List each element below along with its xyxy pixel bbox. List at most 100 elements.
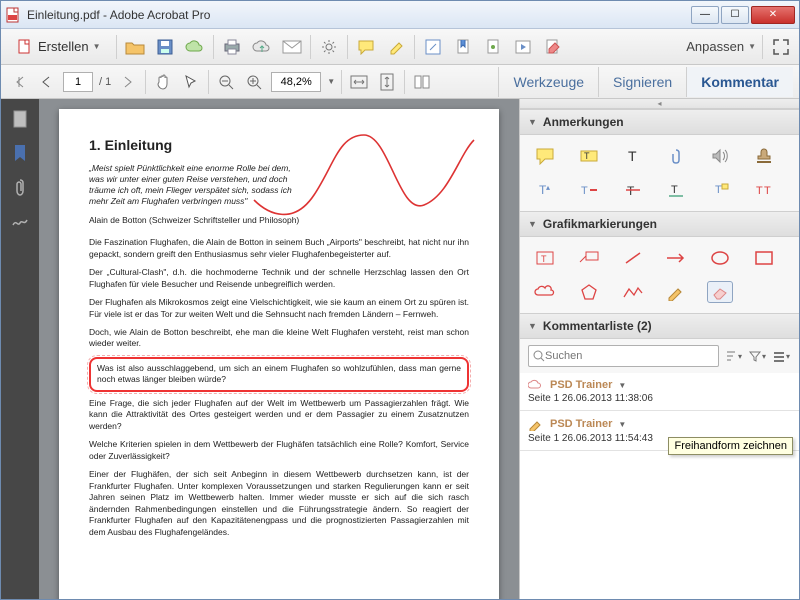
- main-toolbar: Erstellen ▼ Anpassen ▼: [1, 29, 799, 65]
- svg-text:T: T: [584, 151, 590, 161]
- svg-text:▴: ▴: [546, 183, 550, 192]
- filter-button[interactable]: ▾: [747, 346, 767, 366]
- text-correction-tool[interactable]: TT: [751, 179, 777, 201]
- options-button[interactable]: ▾: [771, 346, 791, 366]
- annotation-tools: T T T▴ T T T T TT: [520, 135, 799, 211]
- share-button[interactable]: [250, 35, 274, 59]
- attachments-icon[interactable]: [10, 177, 30, 197]
- create-icon: [16, 38, 34, 56]
- line-tool[interactable]: [620, 247, 646, 269]
- save-button[interactable]: [153, 35, 177, 59]
- bookmarks-icon[interactable]: [10, 143, 30, 163]
- select-tool-button[interactable]: [180, 71, 202, 93]
- comment-list-header[interactable]: ▼ Kommentarliste (2): [520, 313, 799, 339]
- thumbnails-icon[interactable]: [10, 109, 30, 129]
- comment-search[interactable]: [528, 345, 719, 367]
- close-button[interactable]: ✕: [751, 6, 795, 24]
- eraser-tool[interactable]: [707, 281, 733, 303]
- fit-page-button[interactable]: [376, 71, 398, 93]
- zoom-dropdown[interactable]: ▼: [327, 77, 335, 86]
- prev-page-button[interactable]: [35, 71, 57, 93]
- cloud-tool[interactable]: [532, 281, 558, 303]
- search-input[interactable]: [545, 350, 714, 362]
- svg-text:T: T: [715, 184, 722, 196]
- page-number-input[interactable]: [63, 72, 93, 92]
- tab-comment[interactable]: Kommentar: [686, 67, 793, 97]
- page-heading: 1. Einleitung: [89, 137, 469, 153]
- cloud-icon: [528, 379, 544, 391]
- open-button[interactable]: [123, 35, 147, 59]
- edit-button[interactable]: [541, 35, 565, 59]
- stamp-tool[interactable]: [751, 145, 777, 167]
- zoom-out-button[interactable]: [215, 71, 237, 93]
- highlight-button[interactable]: [384, 35, 408, 59]
- left-rail: [1, 99, 39, 599]
- empty-tool-slot: [751, 281, 777, 303]
- navigation-toolbar: / 1 ▼ Werkzeuge Signieren Kommentar: [1, 65, 799, 99]
- sort-button[interactable]: ▾: [723, 346, 743, 366]
- strikethrough-tool[interactable]: T: [620, 179, 646, 201]
- comment-meta: Seite 1 26.06.2013 11:38:06: [528, 393, 791, 404]
- print-button[interactable]: [220, 35, 244, 59]
- fullscreen-button[interactable]: [769, 35, 793, 59]
- cloud-button[interactable]: [183, 35, 207, 59]
- first-page-button[interactable]: [7, 71, 29, 93]
- cloud-annotation: Was ist also ausschlaggebend, um sich an…: [89, 357, 469, 392]
- document-area[interactable]: 1. Einleitung „Meist spielt Pünktlichkei…: [39, 99, 519, 599]
- quote-text: „Meist spielt Pünktlichkeit eine enorme …: [89, 163, 298, 207]
- comment-list-label: Kommentarliste (2): [543, 319, 652, 333]
- comment-item[interactable]: PSD Trainer ▼ Seite 1 26.06.2013 11:38:0…: [520, 373, 799, 411]
- svg-text:T: T: [628, 148, 637, 164]
- add-note-to-text-tool[interactable]: T: [707, 179, 733, 201]
- graphic-markings-header[interactable]: ▼ Grafikmarkierungen: [520, 211, 799, 237]
- multimedia-button[interactable]: [511, 35, 535, 59]
- annotations-label: Anmerkungen: [543, 115, 624, 129]
- connected-lines-tool[interactable]: [620, 281, 646, 303]
- settings-button[interactable]: [317, 35, 341, 59]
- window-title: Einleitung.pdf - Adobe Acrobat Pro: [27, 8, 691, 22]
- comment-balloon-button[interactable]: [354, 35, 378, 59]
- create-button[interactable]: Erstellen ▼: [7, 34, 110, 60]
- customize-label: Anpassen: [686, 39, 744, 54]
- comment-author: PSD Trainer: [550, 418, 612, 430]
- attach-file-tool[interactable]: [663, 145, 689, 167]
- page-display-button[interactable]: [411, 71, 433, 93]
- comment-panel: ◂ ▼ Anmerkungen T T T▴ T T T T TT ▼: [519, 99, 799, 599]
- minimize-button[interactable]: —: [691, 6, 719, 24]
- insert-text-tool[interactable]: T▴: [532, 179, 558, 201]
- replace-text-tool[interactable]: T: [576, 179, 602, 201]
- tab-tools[interactable]: Werkzeuge: [498, 67, 598, 97]
- signatures-icon[interactable]: [10, 211, 30, 231]
- oval-tool[interactable]: [707, 247, 733, 269]
- bookmark-tool-button[interactable]: [451, 35, 475, 59]
- customize-button[interactable]: Anpassen ▼: [686, 39, 756, 54]
- polygon-tool[interactable]: [576, 281, 602, 303]
- callout-tool[interactable]: [576, 247, 602, 269]
- arrow-tool[interactable]: [663, 247, 689, 269]
- fit-width-button[interactable]: [348, 71, 370, 93]
- zoom-in-button[interactable]: [243, 71, 265, 93]
- email-button[interactable]: [280, 35, 304, 59]
- panel-grip[interactable]: ◂: [520, 99, 799, 109]
- next-page-button[interactable]: [117, 71, 139, 93]
- paragraph: Welche Kriterien spielen in dem Wettbewe…: [89, 439, 469, 462]
- annotations-header[interactable]: ▼ Anmerkungen: [520, 109, 799, 135]
- zoom-input[interactable]: [271, 72, 321, 92]
- maximize-button[interactable]: ☐: [721, 6, 749, 24]
- underline-tool[interactable]: T: [663, 179, 689, 201]
- audio-tool[interactable]: [707, 145, 733, 167]
- comment-search-row: ▾ ▾ ▾: [520, 339, 799, 373]
- chevron-down-icon: ▼: [618, 381, 626, 390]
- pencil-tool[interactable]: [663, 281, 689, 303]
- link-button[interactable]: [421, 35, 445, 59]
- tab-sign[interactable]: Signieren: [598, 67, 686, 97]
- create-label: Erstellen: [38, 39, 89, 54]
- highlight-text-tool[interactable]: T: [576, 145, 602, 167]
- textbox-tool[interactable]: T: [532, 247, 558, 269]
- attach-tool-button[interactable]: [481, 35, 505, 59]
- sticky-note-tool[interactable]: [532, 145, 558, 167]
- graphic-tools: T: [520, 237, 799, 313]
- hand-tool-button[interactable]: [152, 71, 174, 93]
- rectangle-tool[interactable]: [751, 247, 777, 269]
- text-tool[interactable]: T: [620, 145, 646, 167]
